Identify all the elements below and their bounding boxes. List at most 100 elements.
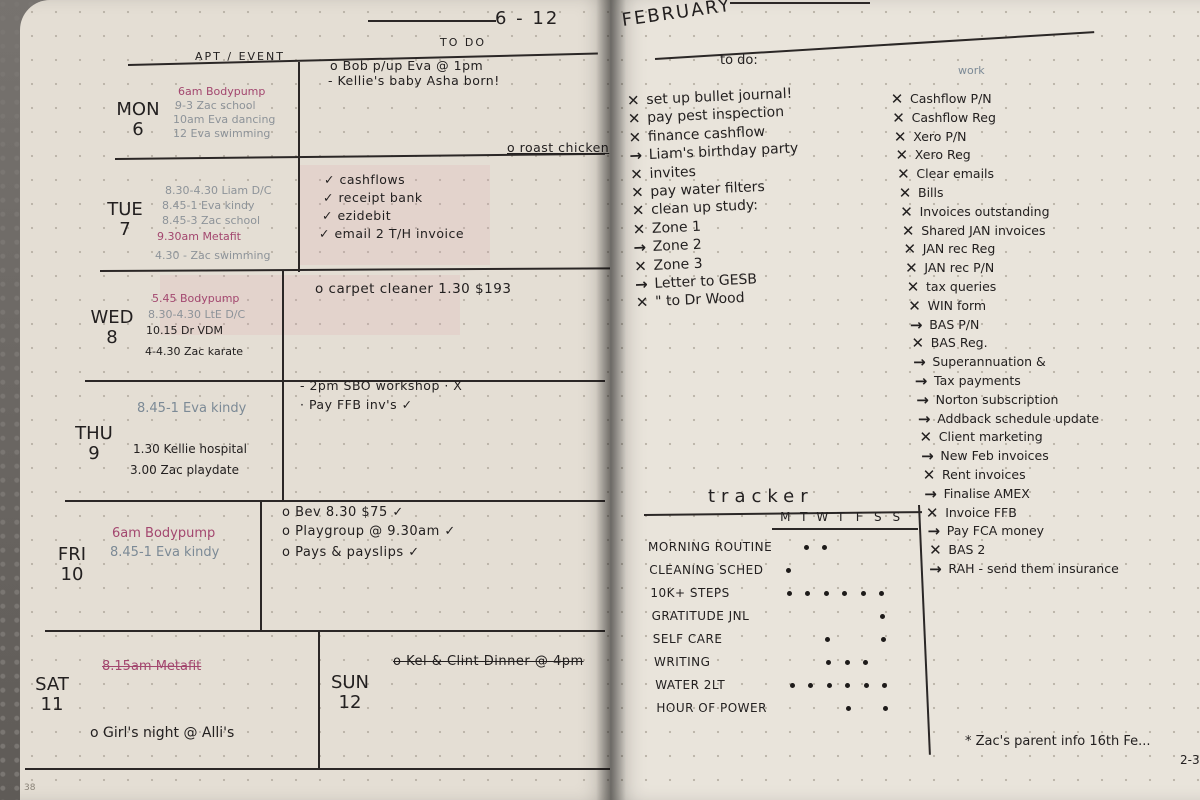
task-item: ✕ JAN rec Reg bbox=[888, 240, 1119, 259]
task-text: tax queries bbox=[926, 278, 997, 294]
task-text: Cashflow P/N bbox=[910, 91, 992, 106]
appointment: 10.15 Dr VDM bbox=[146, 324, 223, 337]
habit-done-dot bbox=[786, 591, 792, 596]
header-rule bbox=[368, 20, 496, 22]
task-item: ✕ WIN form bbox=[888, 297, 1119, 316]
completed-x-icon: ✕ bbox=[900, 202, 913, 221]
day-name: MON bbox=[116, 99, 160, 120]
todo-item: ✓ ezidebit bbox=[322, 208, 392, 223]
monthly-todo-list: ✕ set up bullet journal! ✕ pay pest inspect… bbox=[624, 85, 805, 313]
task-item: → New Feb invoices bbox=[888, 447, 1119, 466]
task-text: Tax payments bbox=[934, 372, 1021, 388]
task-text: Finalise AMEX bbox=[943, 485, 1030, 501]
todo-item: o Playgroup @ 9.30am ✓ bbox=[282, 524, 456, 539]
habit-done-dot bbox=[879, 614, 885, 619]
habit-done-dot bbox=[860, 591, 866, 596]
appointment: 6am Bodypump bbox=[178, 85, 266, 98]
task-text: Xero Reg bbox=[914, 147, 971, 163]
task-text: BAS 2 bbox=[948, 542, 986, 558]
completed-x-icon: ✕ bbox=[906, 277, 920, 296]
task-text: Xero P/N bbox=[913, 128, 967, 144]
day-name: THU bbox=[75, 423, 113, 444]
migrated-arrow-icon: → bbox=[929, 559, 942, 578]
completed-x-icon: ✕ bbox=[628, 128, 642, 147]
appointment: 8.30-4.30 Liam D/C bbox=[165, 184, 272, 197]
tracker-day-label: T bbox=[800, 510, 808, 524]
task-text: WIN form bbox=[927, 297, 987, 313]
day-name: TUE bbox=[107, 199, 143, 220]
tracker-header-rule bbox=[772, 528, 918, 530]
appointment: 8.45-1 Eva kindy bbox=[137, 401, 247, 416]
appointment: 8.15am Metafit bbox=[102, 659, 202, 674]
day-name: FRI bbox=[57, 544, 87, 565]
column-divider bbox=[282, 270, 284, 502]
completed-x-icon: ✕ bbox=[893, 127, 907, 146]
task-text: Cashflow Reg bbox=[911, 109, 996, 125]
day-label-sat: SAT 11 bbox=[30, 675, 74, 715]
todo-item: o carpet cleaner 1.30 $193 bbox=[315, 281, 512, 297]
day-name: WED bbox=[90, 307, 134, 328]
footer-note: * Zac's parent info 16th Fe... bbox=[965, 734, 1151, 749]
migrated-arrow-icon: → bbox=[909, 315, 923, 334]
header-rule bbox=[730, 2, 870, 4]
appointment: 4.30 - Zac swimming bbox=[155, 249, 271, 262]
task-item: ✕ BAS 2 bbox=[888, 541, 1119, 560]
day-name: SAT bbox=[35, 674, 69, 695]
day-label-thu: THU 9 bbox=[72, 424, 116, 464]
task-text: Zone 2 bbox=[652, 237, 703, 256]
habit-done-dot bbox=[826, 660, 831, 665]
appointment: 9.30am Metafit bbox=[157, 230, 241, 243]
habit-done-dot bbox=[863, 683, 869, 688]
task-item: ✕ Shared JAN invoices bbox=[888, 222, 1119, 241]
task-text: Pay FCA money bbox=[946, 523, 1045, 539]
task-text: Zone 3 bbox=[653, 255, 703, 274]
habit-done-dot bbox=[826, 683, 832, 688]
tracker-day-header: MTWTFSS bbox=[776, 510, 906, 524]
table-rule bbox=[45, 630, 605, 632]
todo-item: ✓ receipt bank bbox=[323, 190, 423, 205]
task-item: ✕ Invoice FFB bbox=[888, 504, 1119, 523]
task-item: ✕ Rent invoices bbox=[888, 466, 1119, 485]
task-text: Client marketing bbox=[938, 429, 1043, 445]
completed-x-icon: ✕ bbox=[919, 428, 933, 447]
task-item: ✕ Client marketing bbox=[888, 428, 1119, 447]
habit-done-dot bbox=[803, 545, 809, 550]
migrated-arrow-icon: → bbox=[924, 484, 937, 503]
day-date: 10 bbox=[60, 564, 84, 585]
tracker-day-label: W bbox=[816, 510, 829, 524]
day-date: 6 bbox=[132, 119, 144, 140]
day-date: 11 bbox=[40, 694, 64, 715]
task-item: → Tax payments bbox=[888, 372, 1119, 391]
appointment: 9-3 Zac school bbox=[175, 99, 256, 112]
migrated-arrow-icon: → bbox=[916, 390, 929, 409]
task-text: JAN rec Reg bbox=[922, 241, 996, 257]
appointment: 6am Bodypump bbox=[112, 526, 216, 541]
day-label-tue: TUE 7 bbox=[103, 200, 147, 240]
task-item: → Norton subscription bbox=[888, 391, 1119, 410]
task-text: RAH - send them insurance bbox=[948, 560, 1119, 576]
completed-x-icon: ✕ bbox=[905, 259, 918, 278]
migrated-arrow-icon: → bbox=[921, 447, 934, 466]
day-name: SUN bbox=[330, 672, 370, 693]
task-text: Superannuation & bbox=[932, 354, 1046, 370]
migrated-arrow-icon: → bbox=[629, 146, 643, 166]
completed-x-icon: ✕ bbox=[631, 201, 645, 221]
task-text: Clear emails bbox=[916, 166, 995, 182]
todo-item: o Pays & payslips ✓ bbox=[282, 545, 420, 560]
task-item: → Superannuation & bbox=[888, 353, 1119, 372]
habit-label: WATER 2LT bbox=[655, 678, 726, 692]
task-item: ✕ Invoices outstanding bbox=[888, 203, 1119, 222]
habit-done-dot bbox=[880, 637, 886, 642]
book-spine bbox=[596, 0, 626, 800]
habit-label: SELF CARE bbox=[652, 632, 723, 646]
migrated-arrow-icon: → bbox=[913, 353, 926, 372]
day-label-fri: FRI 10 bbox=[50, 545, 94, 585]
migrated-arrow-icon: → bbox=[634, 275, 649, 294]
task-item: ✕ Cashflow P/N bbox=[888, 90, 1119, 109]
tracker-day-label: S bbox=[873, 510, 882, 524]
completed-x-icon: ✕ bbox=[898, 183, 912, 202]
page-number: 38 bbox=[24, 783, 36, 793]
todo-item: ✓ email 2 T/H invoice bbox=[319, 226, 465, 241]
habit-label: WRITING bbox=[654, 655, 711, 669]
todo-item: o Bev 8.30 $75 ✓ bbox=[282, 505, 404, 520]
